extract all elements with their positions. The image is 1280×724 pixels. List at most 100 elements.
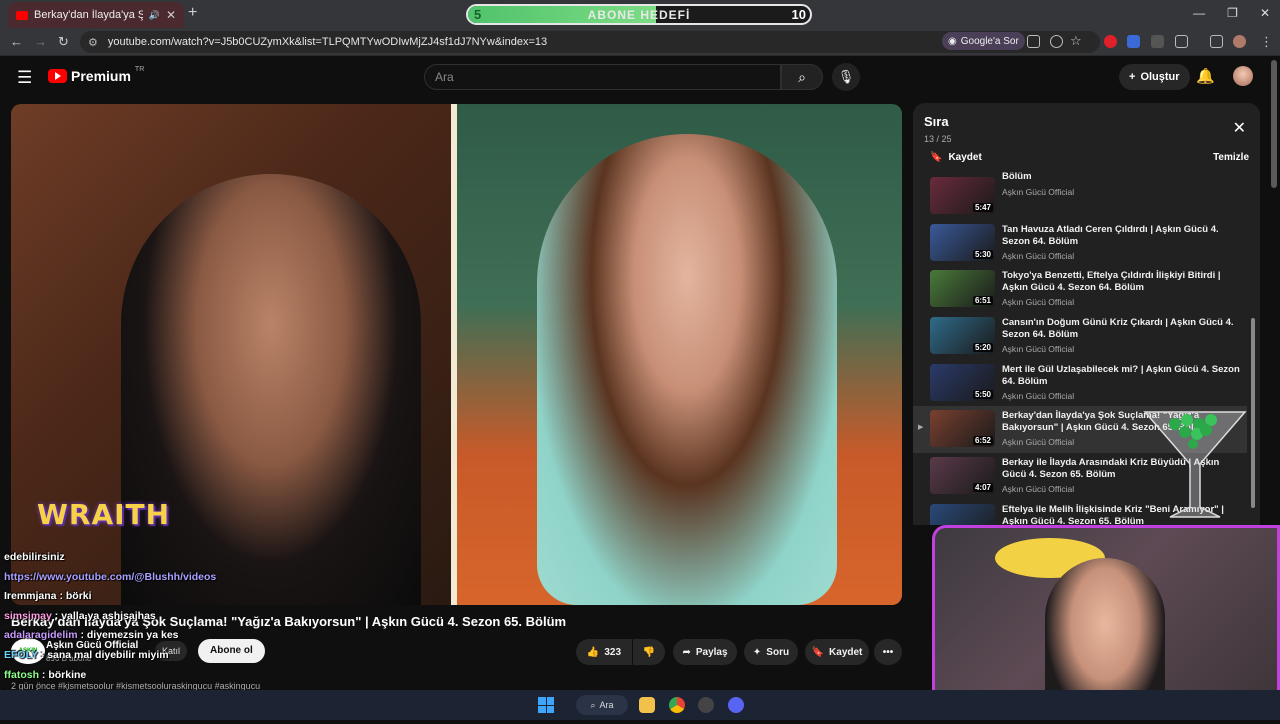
playlist-item-title[interactable]: Mert ile Gül Uzlaşabilecek mi? | Aşkın G…	[1002, 364, 1242, 388]
search-input[interactable]	[425, 65, 780, 89]
cast-icon[interactable]	[1027, 35, 1040, 48]
playlist-thumbnail[interactable]: 6:52	[930, 410, 995, 448]
bookmark-star-icon[interactable]: ☆	[1070, 33, 1082, 49]
obs-icon[interactable]	[698, 697, 714, 713]
google-sor-button[interactable]: ◉ Google'a Sor	[942, 32, 1025, 50]
playlist-item[interactable]: 5:20 Cansın'ın Doğum Günü Kriz Çıkardı | …	[913, 313, 1247, 360]
youtube-logo[interactable]: Premium TR	[48, 66, 144, 84]
playlist-item-channel: Aşkın Gücü Official	[1002, 250, 1075, 261]
extension-red-icon[interactable]	[1104, 35, 1117, 48]
chat-message: simsimay : valla ya ashjsajhas	[4, 607, 484, 627]
ask-button[interactable]: ✦ Soru	[744, 639, 798, 665]
back-icon[interactable]: ←	[10, 34, 23, 49]
speaker-icon[interactable]: 🔊	[149, 10, 160, 21]
window-controls: — ❐ ✕	[1193, 6, 1270, 20]
video-duration: 5:20	[972, 343, 993, 353]
close-tab-icon[interactable]: ✕	[166, 8, 176, 22]
taskbar-search[interactable]: ⌕ Ara	[576, 695, 628, 715]
chat-username: EFOLY	[4, 648, 38, 661]
playlist-thumbnail[interactable]: 6:51	[930, 270, 995, 308]
eye-off-icon[interactable]	[1050, 35, 1063, 48]
create-button[interactable]: + Oluştur	[1119, 64, 1190, 90]
chrome-icon[interactable]	[669, 697, 685, 713]
sparkle-icon: ✦	[752, 646, 762, 658]
playlist-thumbnail[interactable]: 5:30	[930, 223, 995, 261]
playlist-item[interactable]: 5:30 Tan Havuza Atladı Ceren Çıldırdı | A…	[913, 220, 1247, 267]
video-duration: 6:51	[972, 296, 993, 306]
chat-text: : börki	[56, 590, 92, 603]
cocktail-glass-overlay	[1143, 411, 1247, 518]
reading-list-icon[interactable]	[1210, 35, 1223, 48]
close-icon[interactable]: ✕	[1233, 118, 1246, 138]
video-duration: 5:50	[972, 389, 993, 399]
playlist-item-title[interactable]: Tokyo'ya Benzetti, Eftelya Çıldırdı İliş…	[1002, 270, 1242, 294]
page-scrollbar[interactable]	[1270, 60, 1278, 520]
chat-text: : börkine	[39, 668, 87, 681]
dislike-button[interactable]: 👎	[633, 639, 665, 665]
new-tab-icon[interactable]: +	[188, 4, 197, 22]
search-icon: ⌕	[590, 699, 596, 710]
browser-tab[interactable]: Berkay'dan İlayda'ya Şok Suçlama! 🔊 ✕	[8, 2, 184, 28]
menu-icon[interactable]: ☰	[17, 68, 32, 88]
video-duration: 6:52	[972, 436, 993, 446]
file-explorer-icon[interactable]	[639, 697, 655, 713]
chat-message: https://www.youtube.com/@Blushh/videos	[4, 568, 484, 588]
minimize-icon[interactable]: —	[1193, 6, 1205, 20]
playlist-item-title[interactable]: Bölüm	[1002, 171, 1242, 183]
save-button[interactable]: 🔖 Kaydet	[805, 639, 869, 665]
youtube-header: ☰ Premium TR ⌕ 🎙 + Oluştur 🔔	[0, 56, 1280, 98]
extension-blue-icon[interactable]	[1127, 35, 1140, 48]
playlist-item-channel: Aşkın Gücü Official	[1002, 297, 1075, 308]
abone-hedefi-end: 10	[791, 7, 806, 22]
now-playing-icon: ▶	[918, 424, 924, 432]
reload-icon[interactable]: ↻	[58, 34, 69, 50]
share-button[interactable]: ➦ Paylaş	[673, 639, 737, 665]
search-box	[424, 64, 781, 90]
playlist-thumbnail[interactable]: 4:07	[930, 457, 995, 495]
chat-text: : valla ya ashjsajhas	[51, 609, 156, 622]
search-button[interactable]: ⌕	[781, 64, 823, 90]
playlist-save-button[interactable]: 🔖 Kaydet	[930, 152, 982, 163]
dislike-icon: 👎	[642, 646, 656, 658]
playlist-item[interactable]: 6:51 Tokyo'ya Benzetti, Eftelya Çıldırdı …	[913, 266, 1247, 313]
close-window-icon[interactable]: ✕	[1260, 6, 1270, 20]
extension-gray-icon[interactable]	[1151, 35, 1164, 48]
playlist-item[interactable]: 5:47 Bölüm Aşkın Gücü Official	[913, 171, 1247, 220]
playlist-item-title[interactable]: Tan Havuza Atladı Ceren Çıldırdı | Aşkın…	[1002, 224, 1242, 248]
extensions-puzzle-icon[interactable]	[1175, 35, 1188, 48]
chat-text: edebilirsiniz	[4, 551, 65, 563]
woman-figure	[537, 134, 837, 605]
browser-menu-icon[interactable]: ⋮	[1260, 34, 1273, 50]
chat-text: https://www.youtube.com/@Blushh/videos	[4, 570, 217, 583]
playlist-thumbnail[interactable]: 5:50	[930, 363, 995, 401]
save-label: Kaydet	[829, 646, 863, 658]
bookmark-icon: 🔖	[811, 646, 825, 658]
ask-label: Soru	[766, 646, 790, 658]
discord-icon[interactable]	[728, 697, 744, 713]
logo-text: Premium	[71, 68, 131, 84]
playlist-thumbnail[interactable]: 5:47	[930, 177, 995, 214]
chat-message: edebilirsiniz	[4, 548, 484, 568]
playlist-thumbnail[interactable]: 5:17	[930, 503, 995, 525]
playlist-thumbnail[interactable]: 5:20	[930, 317, 995, 355]
more-button[interactable]: •••	[874, 639, 902, 665]
avatar[interactable]	[1233, 66, 1253, 86]
forward-icon[interactable]: →	[34, 34, 47, 49]
playlist-item[interactable]: 5:50 Mert ile Gül Uzlaşabilecek mi? | Aşk…	[913, 360, 1247, 407]
voice-search-button[interactable]: 🎙	[832, 63, 860, 91]
playlist-item-title[interactable]: Cansın'ın Doğum Günü Kriz Çıkardı | Aşkı…	[1002, 317, 1242, 341]
playlist-scrollbar[interactable]	[1251, 173, 1255, 508]
profile-avatar-icon[interactable]	[1233, 35, 1246, 48]
like-icon: 👍	[586, 646, 600, 658]
bell-icon[interactable]: 🔔	[1196, 67, 1215, 85]
restore-icon[interactable]: ❐	[1227, 6, 1238, 20]
like-button[interactable]: 👍 323	[576, 639, 632, 665]
url-text: youtube.com/watch?v=J5b0CUZymXk&list=TLP…	[107, 36, 548, 48]
man-figure	[121, 174, 421, 605]
video-player[interactable]: WRAITH	[11, 104, 902, 605]
site-info-icon[interactable]: ⚙	[88, 36, 98, 49]
windows-start-icon[interactable]	[538, 697, 554, 713]
playlist-clear-button[interactable]: Temizle	[1213, 152, 1249, 163]
youtube-favicon-icon	[16, 10, 28, 20]
like-count: 323	[604, 646, 622, 658]
